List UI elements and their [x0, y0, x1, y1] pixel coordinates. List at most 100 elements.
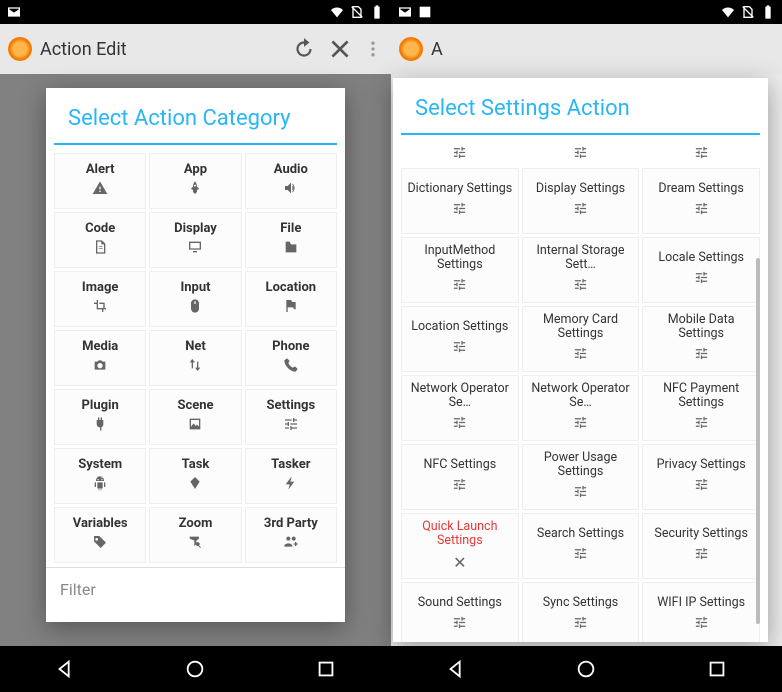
settings-item[interactable]: Network Operator Se… — [522, 375, 640, 441]
settings-item[interactable]: Security Settings — [642, 513, 760, 579]
nav-recent-icon[interactable] — [706, 658, 728, 680]
battery-icon — [369, 4, 385, 20]
category-label: Code — [85, 221, 115, 236]
settings-item[interactable]: Dictionary Settings — [401, 168, 519, 234]
diamond-icon — [187, 475, 203, 495]
category-phone[interactable]: Phone — [245, 330, 337, 386]
category-label: Input — [180, 280, 210, 295]
category-label: 3rd Party — [264, 516, 318, 531]
folder-icon — [283, 239, 299, 259]
settings-item-label: InputMethod Settings — [406, 244, 514, 273]
scrollbar[interactable] — [756, 258, 760, 624]
nav-home-icon[interactable] — [184, 658, 206, 680]
tune-icon — [694, 346, 709, 365]
settings-item-label: Search Settings — [537, 527, 624, 541]
status-bar — [391, 0, 782, 24]
category-3rd-party[interactable]: 3rd Party — [245, 507, 337, 563]
settings-item[interactable]: Location Settings — [401, 306, 519, 372]
category-system[interactable]: System — [54, 448, 146, 504]
mouse-icon — [187, 298, 203, 318]
tune-icon — [573, 415, 588, 434]
category-zoom[interactable]: Zoom — [149, 507, 241, 563]
settings-item[interactable]: NFC Payment Settings — [642, 375, 760, 441]
list-item-partial[interactable] — [522, 143, 640, 165]
category-label: Display — [174, 221, 217, 236]
settings-item[interactable]: Memory Card Settings — [522, 306, 640, 372]
settings-item[interactable]: Locale Settings — [642, 237, 760, 303]
mail-icon — [6, 4, 22, 20]
status-bar — [0, 0, 391, 24]
category-variables[interactable]: Variables — [54, 507, 146, 563]
category-settings[interactable]: Settings — [245, 389, 337, 445]
category-input[interactable]: Input — [149, 271, 241, 327]
category-label: Variables — [73, 516, 128, 531]
tag-icon — [92, 534, 108, 554]
category-alert[interactable]: Alert — [54, 153, 146, 209]
tune-icon — [694, 415, 709, 434]
category-label: Settings — [267, 398, 316, 413]
nav-back-icon[interactable] — [445, 658, 467, 680]
appbar-title: A — [431, 39, 774, 60]
settings-item[interactable]: WIFI IP Settings — [642, 582, 760, 642]
users-icon — [283, 534, 299, 554]
tune-icon — [694, 270, 709, 289]
list-item-partial[interactable] — [642, 143, 760, 165]
category-media[interactable]: Media — [54, 330, 146, 386]
tasker-logo-icon — [399, 37, 423, 61]
category-label: Image — [82, 280, 118, 295]
settings-item[interactable]: Display Settings — [522, 168, 640, 234]
category-app[interactable]: App — [149, 153, 241, 209]
settings-item[interactable]: NFC Settings — [401, 444, 519, 510]
more-icon[interactable] — [363, 36, 383, 62]
category-image[interactable]: Image — [54, 271, 146, 327]
category-task[interactable]: Task — [149, 448, 241, 504]
filter-input[interactable]: Filter — [46, 567, 345, 611]
category-file[interactable]: File — [245, 212, 337, 268]
tune-icon — [452, 477, 467, 496]
tune-icon — [452, 415, 467, 434]
settings-item[interactable]: Sync Settings — [522, 582, 640, 642]
camera-icon — [92, 357, 108, 377]
settings-item[interactable]: Dream Settings — [642, 168, 760, 234]
settings-item[interactable]: Network Operator Se… — [401, 375, 519, 441]
settings-item[interactable]: Mobile Data Settings — [642, 306, 760, 372]
category-audio[interactable]: Audio — [245, 153, 337, 209]
settings-item[interactable]: Sound Settings — [401, 582, 519, 642]
settings-item[interactable]: InputMethod Settings — [401, 237, 519, 303]
settings-item-label: Network Operator Se… — [527, 382, 635, 411]
nav-bar — [0, 646, 391, 692]
list-item-partial[interactable] — [401, 143, 519, 165]
refresh-icon[interactable] — [291, 36, 317, 62]
picture-icon — [417, 4, 433, 20]
category-location[interactable]: Location — [245, 271, 337, 327]
settings-item-label: Privacy Settings — [657, 458, 746, 472]
settings-item-label: Location Settings — [411, 320, 508, 334]
settings-item[interactable]: Search Settings — [522, 513, 640, 579]
nav-recent-icon[interactable] — [315, 658, 337, 680]
settings-item-label: NFC Settings — [423, 458, 496, 472]
category-label: Tasker — [271, 457, 310, 472]
category-scene[interactable]: Scene — [149, 389, 241, 445]
category-display[interactable]: Display — [149, 212, 241, 268]
nav-back-icon[interactable] — [54, 658, 76, 680]
appbar-title: Action Edit — [40, 39, 291, 60]
settings-item-label: Display Settings — [536, 182, 625, 196]
tune-icon — [694, 615, 709, 634]
category-tasker[interactable]: Tasker — [245, 448, 337, 504]
settings-item[interactable]: Power Usage Settings — [522, 444, 640, 510]
tune-icon — [694, 546, 709, 565]
content-area: Select Action Category AlertAppAudioCode… — [0, 74, 391, 646]
category-code[interactable]: Code — [54, 212, 146, 268]
tune-icon — [573, 484, 588, 503]
dialog-title: Select Settings Action — [401, 78, 760, 135]
category-net[interactable]: Net — [149, 330, 241, 386]
tune-icon — [573, 277, 588, 296]
settings-item-label: Memory Card Settings — [527, 313, 635, 342]
settings-item-label: Power Usage Settings — [527, 451, 635, 480]
settings-item[interactable]: Quick Launch Settings✕ — [401, 513, 519, 579]
category-plugin[interactable]: Plugin — [54, 389, 146, 445]
settings-item[interactable]: Privacy Settings — [642, 444, 760, 510]
nav-home-icon[interactable] — [575, 658, 597, 680]
settings-item[interactable]: Internal Storage Sett… — [522, 237, 640, 303]
close-icon[interactable] — [327, 36, 353, 62]
